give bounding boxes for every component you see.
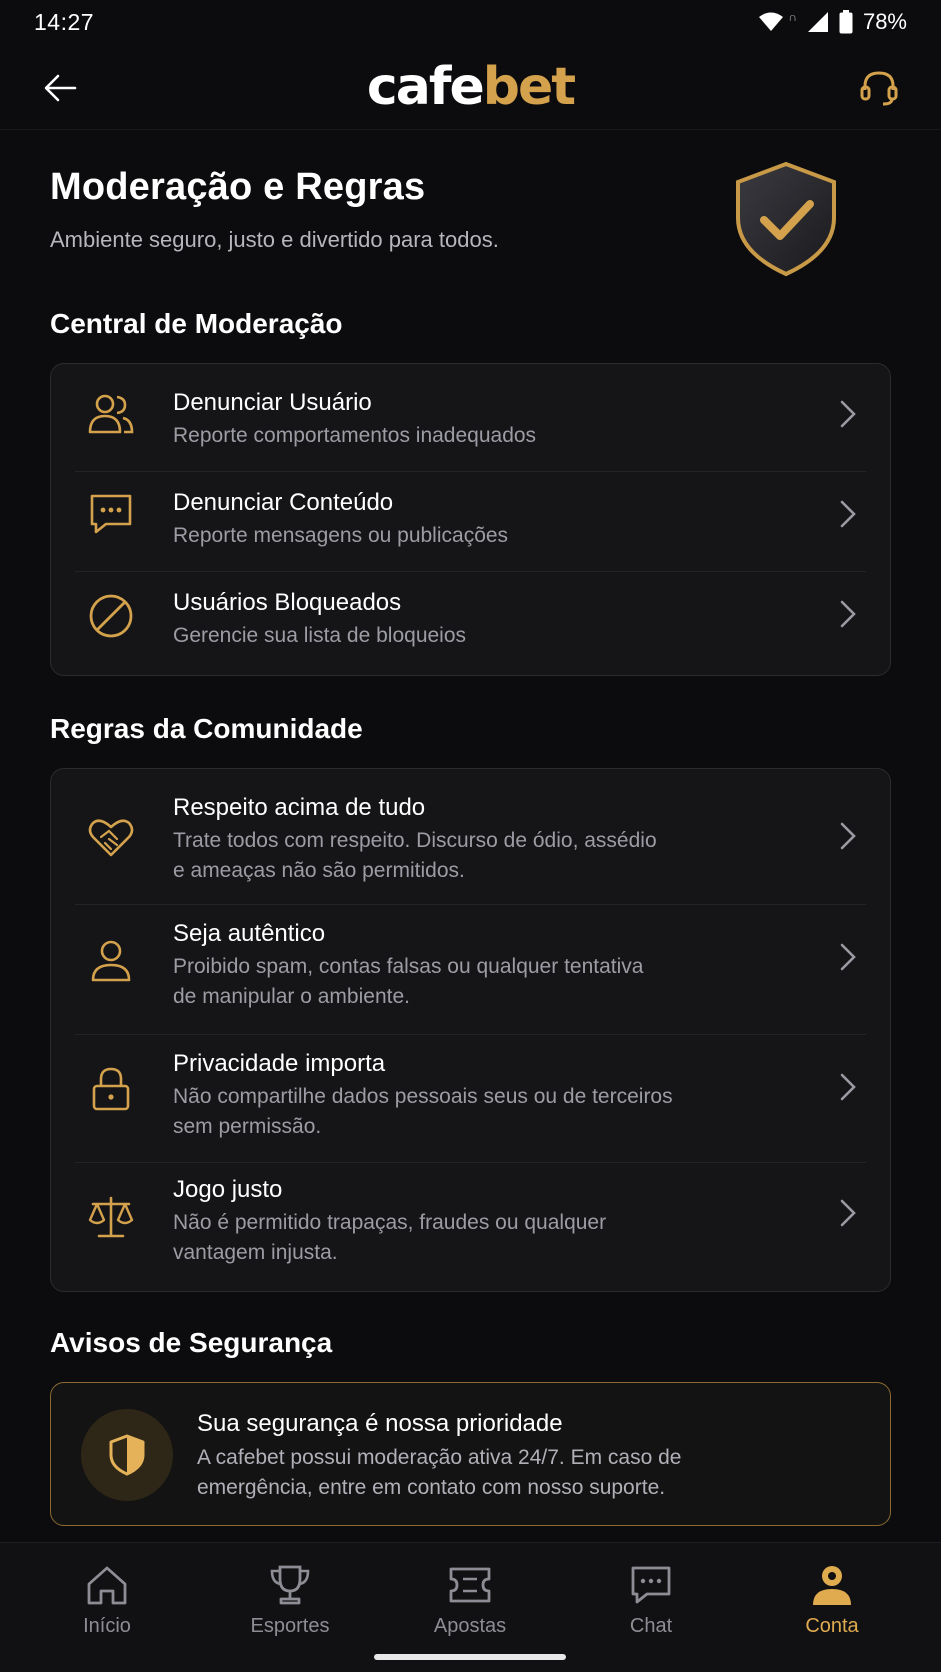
- row-description: Gerencie sua lista de bloqueios: [173, 624, 467, 647]
- row-title: Denunciar Usuário: [173, 389, 372, 416]
- handshake-heart-icon: [87, 813, 135, 861]
- chevron-right-icon: [836, 821, 860, 851]
- rule-item-privacy[interactable]: Privacidade importa Não compartilhe dado…: [51, 1035, 890, 1163]
- row-description-line2: sem permissão.: [173, 1115, 322, 1138]
- row-description-line1: Não é permitido trapaças, fraudes ou qua…: [173, 1211, 607, 1234]
- row-description: Não é permitido trapaças, fraudes ou qua…: [173, 1208, 733, 1268]
- status-icons: ∩ 78%: [758, 9, 907, 35]
- row-title: Usuários Bloqueados: [173, 589, 402, 616]
- page-subtitle: Ambiente seguro, justo e divertido para …: [50, 227, 499, 252]
- rule-item-authentic[interactable]: Seja autêntico Proibido spam, contas fal…: [51, 905, 890, 1035]
- row-description-line2: vantagem injusta.: [173, 1241, 338, 1264]
- message-icon: [87, 490, 135, 538]
- notice-description: A cafebet possui moderação ativa 24/7. E…: [197, 1443, 857, 1503]
- account-icon: [808, 1561, 856, 1609]
- section-title-rules: Regras da Comunidade: [50, 713, 363, 744]
- row-title: Denunciar Conteúdo: [173, 489, 394, 516]
- moderation-item-report-content[interactable]: Denunciar Conteúdo Reporte mensagens ou …: [51, 472, 890, 572]
- shield-icon: [81, 1409, 173, 1501]
- headset-icon: [860, 71, 898, 106]
- row-title: Jogo justo: [173, 1176, 283, 1203]
- app-header: cafebet: [0, 44, 941, 130]
- nav-label: Conta: [805, 1615, 859, 1637]
- arrow-left-icon: [44, 74, 77, 102]
- row-title: Privacidade importa: [173, 1050, 386, 1077]
- nav-label: Apostas: [433, 1615, 507, 1637]
- row-description: Reporte mensagens ou publicações: [173, 524, 509, 547]
- signal-icon: [807, 12, 828, 32]
- row-description-line2: e ameaças não são permitidos.: [173, 859, 465, 882]
- block-icon: [87, 592, 135, 640]
- brand-logo: cafebet: [366, 56, 576, 117]
- status-time: 14:27: [34, 8, 95, 35]
- battery-level: 78%: [862, 9, 907, 34]
- nav-label: Início: [83, 1615, 131, 1637]
- row-description: Reporte comportamentos inadequados: [173, 424, 537, 447]
- logo-part-bet: bet: [482, 56, 576, 117]
- rules-card: Respeito acima de tudo Trate todos com r…: [50, 768, 891, 1292]
- shield-check-icon: [736, 161, 836, 277]
- row-description-line1: Não compartilhe dados pessoais seus ou d…: [173, 1085, 673, 1108]
- section-title-safety: Avisos de Segurança: [50, 1327, 333, 1358]
- chevron-right-icon: [836, 399, 860, 429]
- trophy-icon: [266, 1561, 314, 1609]
- notice-line2: emergência, entre em contato com nosso s…: [197, 1476, 666, 1499]
- logo-part-cafe: cafe: [366, 56, 485, 117]
- row-description: Não compartilhe dados pessoais seus ou d…: [173, 1082, 733, 1142]
- wifi-icon: [759, 12, 784, 31]
- nav-item-bets[interactable]: Apostas: [400, 1561, 540, 1651]
- nav-item-sports[interactable]: Esportes: [220, 1561, 360, 1651]
- ticket-icon: [446, 1561, 494, 1609]
- moderation-card: Denunciar Usuário Reporte comportamentos…: [50, 363, 891, 676]
- chevron-right-icon: [836, 942, 860, 972]
- lock-icon: [87, 1065, 135, 1113]
- home-icon: [83, 1561, 131, 1609]
- moderation-item-blocked-users[interactable]: Usuários Bloqueados Gerencie sua lista d…: [51, 572, 890, 672]
- chevron-right-icon: [836, 599, 860, 629]
- nav-item-account[interactable]: Conta: [762, 1561, 902, 1651]
- row-description-line2: de manipular o ambiente.: [173, 985, 410, 1008]
- status-bar: 14:27 ∩ 78%: [0, 0, 941, 44]
- chevron-right-icon: [836, 499, 860, 529]
- rule-item-respect[interactable]: Respeito acima de tudo Trate todos com r…: [51, 769, 890, 899]
- page-title: Moderação e Regras: [50, 166, 426, 208]
- chevron-right-icon: [836, 1198, 860, 1228]
- nav-item-chat[interactable]: Chat: [581, 1561, 721, 1651]
- user-icon: [87, 937, 135, 985]
- bottom-nav: Início Esportes Apostas Chat Conta: [0, 1542, 941, 1672]
- safety-notice: Sua segurança é nossa prioridade A cafeb…: [50, 1382, 891, 1526]
- row-description-line1: Trate todos com respeito. Discurso de ód…: [173, 829, 657, 852]
- scale-icon: [87, 1193, 135, 1241]
- users-icon: [87, 390, 135, 438]
- page-header: Moderação e Regras Ambiente seguro, just…: [50, 166, 700, 253]
- row-title: Seja autêntico: [173, 920, 326, 947]
- row-description-line1: Proibido spam, contas falsas ou qualquer…: [173, 955, 644, 978]
- notice-line1: A cafebet possui moderação ativa 24/7. E…: [197, 1446, 682, 1469]
- nav-label: Esportes: [250, 1615, 330, 1637]
- row-description: Proibido spam, contas falsas ou qualquer…: [173, 952, 733, 1012]
- notice-title: Sua segurança é nossa prioridade: [197, 1410, 563, 1437]
- chevron-right-icon: [836, 1072, 860, 1102]
- battery-icon: [839, 10, 853, 34]
- nav-item-home[interactable]: Início: [37, 1561, 177, 1651]
- section-title-moderation: Central de Moderação: [50, 308, 343, 339]
- row-description: Trate todos com respeito. Discurso de ód…: [173, 826, 733, 886]
- nfc-icon: ∩: [788, 10, 797, 24]
- chat-icon: [627, 1561, 675, 1609]
- moderation-item-report-user[interactable]: Denunciar Usuário Reporte comportamentos…: [51, 364, 890, 464]
- support-button[interactable]: [857, 66, 901, 110]
- row-title: Respeito acima de tudo: [173, 794, 426, 821]
- nav-label: Chat: [629, 1615, 673, 1637]
- rule-item-fair-play[interactable]: Jogo justo Não é permitido trapaças, fra…: [51, 1163, 890, 1291]
- back-button[interactable]: [40, 68, 80, 108]
- home-indicator[interactable]: [374, 1654, 566, 1660]
